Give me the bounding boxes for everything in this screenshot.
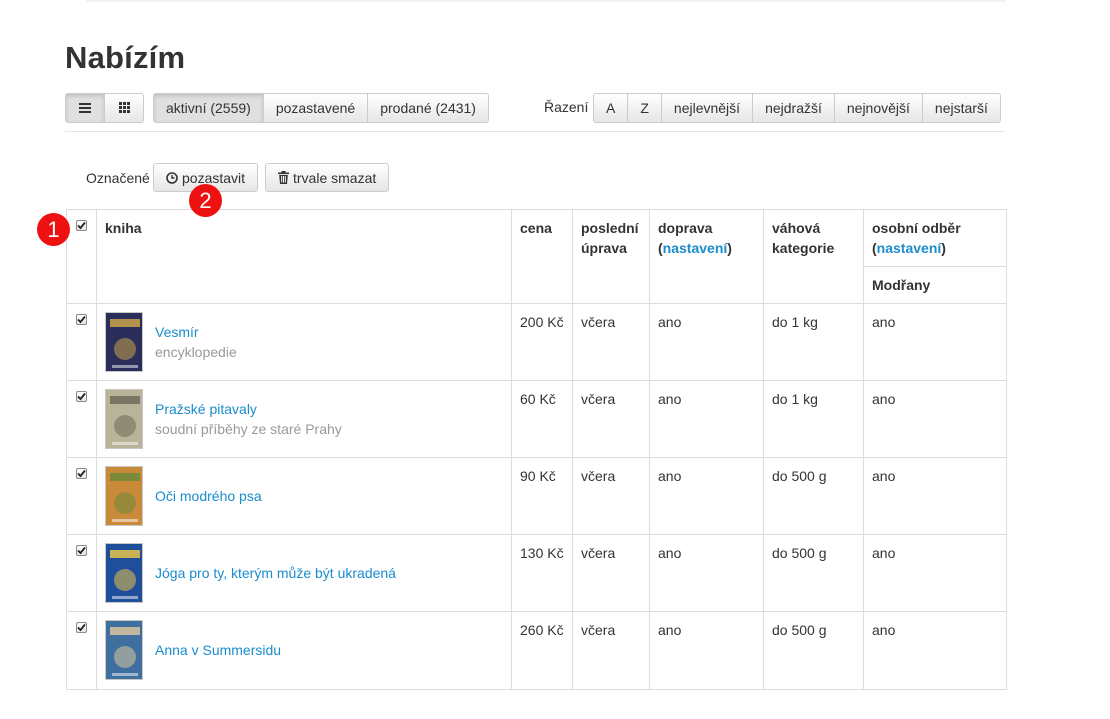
list-view-icon xyxy=(79,100,91,116)
book-cover[interactable] xyxy=(105,389,143,449)
shipping-cell: ano xyxy=(649,380,764,458)
table-row: Anna v Summersidu 260 Kč včera ano do 500 ga… xyxy=(66,611,1007,690)
book-title-link[interactable]: Jóga pro ty, kterým může být ukradená xyxy=(155,563,396,583)
select-all-cell xyxy=(66,209,97,304)
book-cover[interactable] xyxy=(105,543,143,603)
last-edit-cell: včera xyxy=(572,534,650,612)
table-row: Jóga pro ty, kterým může být ukradená 130… xyxy=(66,534,1007,612)
toolbar-separator xyxy=(65,131,1005,132)
price-cell: 90 Kč xyxy=(511,457,573,535)
table-row: Pražské pitavaly soudní příběhy ze staré … xyxy=(66,380,1007,458)
book-cover[interactable] xyxy=(105,466,143,526)
pickup-cell: ano xyxy=(863,611,1007,690)
sort-most-expensive-button[interactable]: nejdražší xyxy=(752,93,835,123)
table-row: Vesmír encyklopedie 200 Kč včera ano do 1 kg a… xyxy=(66,303,1007,381)
shipping-cell: ano xyxy=(649,303,764,381)
book-title-link[interactable]: Anna v Summersidu xyxy=(155,640,281,660)
book-cell: Oči modrého psa xyxy=(96,457,512,535)
book-cell: Jóga pro ty, kterým může být ukradená xyxy=(96,534,512,612)
pause-selected-label: pozastavit xyxy=(182,169,246,186)
table-row: Oči modrého psa 90 Kč včera ano do 500 g ano xyxy=(66,457,1007,535)
bulk-actions-label: Označené xyxy=(86,170,150,186)
book-title-link[interactable]: Oči modrého psa xyxy=(155,486,262,506)
tab-sold[interactable]: prodané (2431) xyxy=(367,93,489,123)
select-all-checkbox[interactable] xyxy=(76,220,87,231)
delete-selected-button[interactable]: trvale smazat xyxy=(265,163,390,192)
last-edit-cell: včera xyxy=(572,303,650,381)
price-cell: 130 Kč xyxy=(511,534,573,612)
col-header-weight: váhová kategorie xyxy=(763,209,864,304)
pickup-settings-link[interactable]: nastavení xyxy=(877,240,942,256)
last-edit-cell: včera xyxy=(572,611,650,690)
row-checkbox[interactable] xyxy=(76,314,87,325)
row-select-cell xyxy=(66,534,97,612)
col-header-shipping: doprava (nastavení) xyxy=(649,209,764,304)
status-tabs: aktivní (2559) pozastavené prodané (2431… xyxy=(153,93,489,123)
pickup-cell: ano xyxy=(863,457,1007,535)
sort-options: A Z nejlevnější nejdražší nejnovější nej… xyxy=(593,93,1001,123)
annotation-badge-2: 2 xyxy=(189,184,222,217)
shipping-settings-link[interactable]: nastavení xyxy=(663,240,728,256)
view-toggle xyxy=(65,93,144,123)
book-cover[interactable] xyxy=(105,620,143,680)
row-select-cell xyxy=(66,380,97,458)
sort-a-button[interactable]: A xyxy=(593,93,629,123)
row-checkbox[interactable] xyxy=(76,391,87,402)
page-title: Nabízím xyxy=(65,40,186,75)
pickup-header-label: osobní odběr xyxy=(872,220,961,236)
book-subtitle: soudní příběhy ze staré Prahy xyxy=(155,421,342,437)
col-header-price: cena xyxy=(511,209,573,304)
pickup-cell: ano xyxy=(863,534,1007,612)
book-subtitle: encyklopedie xyxy=(155,344,237,360)
col-header-last-edit: poslední úprava xyxy=(572,209,650,304)
grid-view-button[interactable] xyxy=(104,93,144,123)
book-cell: Vesmír encyklopedie xyxy=(96,303,512,381)
grid-view-icon xyxy=(118,100,130,116)
last-edit-cell: včera xyxy=(572,457,650,535)
sort-cheapest-button[interactable]: nejlevnější xyxy=(660,93,754,123)
price-cell: 260 Kč xyxy=(511,611,573,690)
book-cell: Pražské pitavaly soudní příběhy ze staré … xyxy=(96,380,512,458)
delete-selected-label: trvale smazat xyxy=(293,169,377,186)
weight-cell: do 1 kg xyxy=(763,303,864,381)
pickup-cell: ano xyxy=(863,303,1007,381)
tab-paused[interactable]: pozastavené xyxy=(262,93,369,123)
annotation-badge-1: 1 xyxy=(37,213,70,246)
offers-table: kniha cena poslední úprava doprava (nasta… xyxy=(66,209,1007,690)
sort-newest-button[interactable]: nejnovější xyxy=(833,93,923,123)
sort-z-button[interactable]: Z xyxy=(627,93,662,123)
trash-icon xyxy=(278,171,289,184)
row-select-cell xyxy=(66,611,97,690)
pickup-cell: ano xyxy=(863,380,1007,458)
col-header-pickup: osobní odběr (nastavení) xyxy=(863,209,1007,267)
col-header-book: kniha xyxy=(96,209,512,304)
top-strip xyxy=(86,0,1006,3)
row-checkbox[interactable] xyxy=(76,622,87,633)
book-title-link[interactable]: Vesmír xyxy=(155,322,237,342)
row-select-cell xyxy=(66,303,97,381)
clock-icon xyxy=(166,171,178,184)
last-edit-cell: včera xyxy=(572,380,650,458)
row-checkbox[interactable] xyxy=(76,468,87,479)
row-checkbox[interactable] xyxy=(76,545,87,556)
weight-cell: do 500 g xyxy=(763,457,864,535)
weight-cell: do 1 kg xyxy=(763,380,864,458)
book-cover[interactable] xyxy=(105,312,143,372)
sort-oldest-button[interactable]: nejstarší xyxy=(921,93,1001,123)
price-cell: 60 Kč xyxy=(511,380,573,458)
book-cell: Anna v Summersidu xyxy=(96,611,512,690)
shipping-cell: ano xyxy=(649,457,764,535)
weight-cell: do 500 g xyxy=(763,534,864,612)
sort-label: Řazení xyxy=(544,99,589,115)
row-select-cell xyxy=(66,457,97,535)
tab-active[interactable]: aktivní (2559) xyxy=(153,93,264,123)
shipping-cell: ano xyxy=(649,611,764,690)
book-title-link[interactable]: Pražské pitavaly xyxy=(155,399,342,419)
pickup-location-header: Modřany xyxy=(863,266,1007,304)
weight-cell: do 500 g xyxy=(763,611,864,690)
shipping-header-label: doprava xyxy=(658,220,713,236)
list-view-button[interactable] xyxy=(65,93,105,123)
price-cell: 200 Kč xyxy=(511,303,573,381)
shipping-cell: ano xyxy=(649,534,764,612)
